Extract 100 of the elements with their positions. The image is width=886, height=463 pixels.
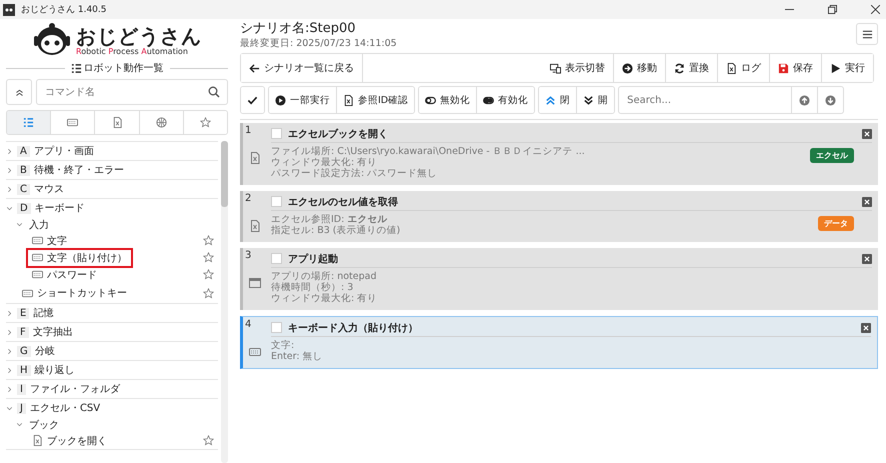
next-button[interactable]: [818, 86, 844, 114]
toolbar-button[interactable]: 一部実行: [269, 87, 337, 113]
save-icon: [778, 62, 789, 74]
command-item[interactable]: 文字: [26, 230, 73, 250]
close-icon[interactable]: [862, 254, 872, 264]
group-label[interactable]: ブック: [29, 418, 59, 432]
step-title: アプリ起動: [288, 252, 338, 266]
category-label[interactable]: ファイル・フォルダ: [30, 382, 120, 396]
category-label[interactable]: 繰り返し: [34, 363, 75, 377]
star-icon[interactable]: [203, 435, 214, 446]
search-icon: [208, 86, 220, 98]
star-icon[interactable]: [203, 269, 214, 280]
star-icon[interactable]: [203, 288, 214, 298]
menu-icon: [862, 28, 872, 40]
category-letter: J: [17, 402, 26, 414]
step-card[interactable]: 4 キーボード入力（貼り付け） 文字: Enter: 無し: [240, 316, 878, 369]
step-checkbox[interactable]: [271, 322, 282, 333]
category-label[interactable]: 記憶: [33, 306, 54, 320]
step-number: 4: [245, 319, 252, 331]
step-detail: 文字:: [271, 340, 296, 351]
scrollbar-thumb[interactable]: [221, 141, 228, 207]
list-icon: [70, 62, 82, 74]
chevron-right-icon[interactable]: [6, 366, 13, 374]
step-number: 1: [245, 125, 252, 137]
group-label[interactable]: 入力: [29, 218, 49, 232]
step-checkbox[interactable]: [271, 196, 282, 207]
last-modified: 最終変更日: 2025/07/23 14:11:05: [240, 37, 398, 50]
chevron-right-icon[interactable]: [6, 348, 13, 354]
category-label[interactable]: マウス: [34, 182, 64, 196]
step-detail: 待機時間（秒）: 3: [271, 282, 354, 293]
star-icon[interactable]: [203, 235, 214, 246]
toolbar-button[interactable]: 閉: [539, 87, 578, 113]
close-icon[interactable]: [871, 5, 880, 14]
chevron-down-icon[interactable]: [6, 204, 13, 212]
star-icon[interactable]: [203, 252, 214, 263]
document-icon: [249, 220, 261, 232]
step-tag: エクセル: [810, 148, 854, 163]
close-icon[interactable]: [862, 196, 872, 206]
step-detail: エクセル参照ID: エクセル: [271, 214, 388, 225]
collapse-button[interactable]: [6, 79, 32, 105]
chevron-down-icon[interactable]: [6, 404, 13, 412]
app-logo-name: おじどうさん: [76, 24, 202, 46]
app-tagline: Robotic Process Automation: [76, 46, 189, 56]
step-card[interactable]: 2 エクセルのセル値を取得 エクセル参照ID: エクセル 指定セル: B3 (表示通りの値) データ: [240, 191, 878, 242]
step-card[interactable]: 1 エクセルブックを開く ファイル場所: C:\Users\ryo.kawarai\OneDrive - ＢＢＤイニシアテ ... ウィンドウ最大化: 有り パスワード設定方法: パスワード無し エクセル: [240, 123, 878, 185]
scenario-name: シナリオ名:Step00: [240, 20, 357, 37]
sidebar-title: ロボット動作一覧: [84, 62, 164, 75]
document-icon: [726, 62, 737, 74]
category-label[interactable]: エクセル・CSV: [30, 401, 100, 415]
globe-icon: [156, 117, 167, 128]
step-detail: Enter: 無し: [271, 351, 323, 362]
previous-button[interactable]: [792, 86, 818, 114]
chevron-down-icon[interactable]: [16, 421, 23, 428]
toggle-icon: [483, 94, 494, 106]
category-letter: H: [17, 364, 31, 376]
step-detail: ウィンドウ最大化: 有り: [271, 157, 378, 168]
category-label[interactable]: 文字抽出: [32, 325, 73, 339]
chevron-right-icon[interactable]: [6, 310, 13, 316]
step-search-field[interactable]: Search...: [618, 86, 792, 114]
menu-button[interactable]: [856, 23, 878, 45]
command-item[interactable]: ショートカットキー: [16, 283, 133, 303]
category-label[interactable]: アプリ・画面: [34, 144, 94, 158]
category-label[interactable]: キーボード: [34, 201, 85, 215]
category-letter: B: [17, 164, 30, 176]
keyboard-icon: [32, 252, 43, 263]
category-letter: G: [17, 346, 31, 356]
category-tab[interactable]: [7, 111, 52, 134]
category-label[interactable]: 分岐: [34, 344, 55, 358]
category-letter: A: [17, 146, 30, 156]
toolbar-button[interactable]: 無効化: [419, 87, 478, 113]
up-arrow-icon: [799, 94, 810, 106]
chevron-right-icon[interactable]: [6, 328, 13, 336]
step-checkbox[interactable]: [271, 128, 282, 139]
chevron-right-icon[interactable]: [6, 386, 13, 392]
chevrons-up-icon: [14, 88, 24, 96]
close-icon[interactable]: [862, 128, 872, 138]
play-circle-icon: [275, 94, 286, 106]
restore-icon[interactable]: [828, 5, 837, 14]
arrow-circle-icon: [622, 62, 633, 74]
command-item[interactable]: ブックを開く: [26, 430, 113, 450]
play-icon: [830, 62, 841, 74]
step-tag: データ: [818, 216, 854, 231]
monitor-icon: [550, 62, 561, 74]
step-title: キーボード入力（貼り付け）: [288, 322, 418, 334]
step-detail: ウィンドウ最大化: 有り: [271, 293, 378, 304]
chevron-right-icon[interactable]: [6, 148, 13, 154]
step-card[interactable]: 3 アプリ起動 アプリの場所: notepad 待機時間（秒）: 3 ウィンドウ最大化: 有り: [240, 248, 878, 310]
step-checkbox[interactable]: [271, 253, 282, 264]
chevron-down-icon[interactable]: [16, 221, 23, 228]
command-search-field[interactable]: コマンド名: [36, 79, 228, 105]
step-detail: アプリの場所: notepad: [271, 271, 378, 282]
category-label[interactable]: 待機・終了・エラー: [34, 163, 124, 177]
close-icon[interactable]: [861, 322, 871, 332]
back-button[interactable]: シナリオ一覧に戻る: [241, 54, 363, 82]
chevron-right-icon[interactable]: [6, 166, 13, 174]
select-all-button[interactable]: [241, 87, 264, 113]
chevron-right-icon[interactable]: [6, 186, 13, 192]
command-item[interactable]: パスワード: [26, 264, 103, 284]
back-arrow-icon: [249, 62, 260, 74]
command-item[interactable]: 文字（貼り付け）: [26, 248, 133, 268]
